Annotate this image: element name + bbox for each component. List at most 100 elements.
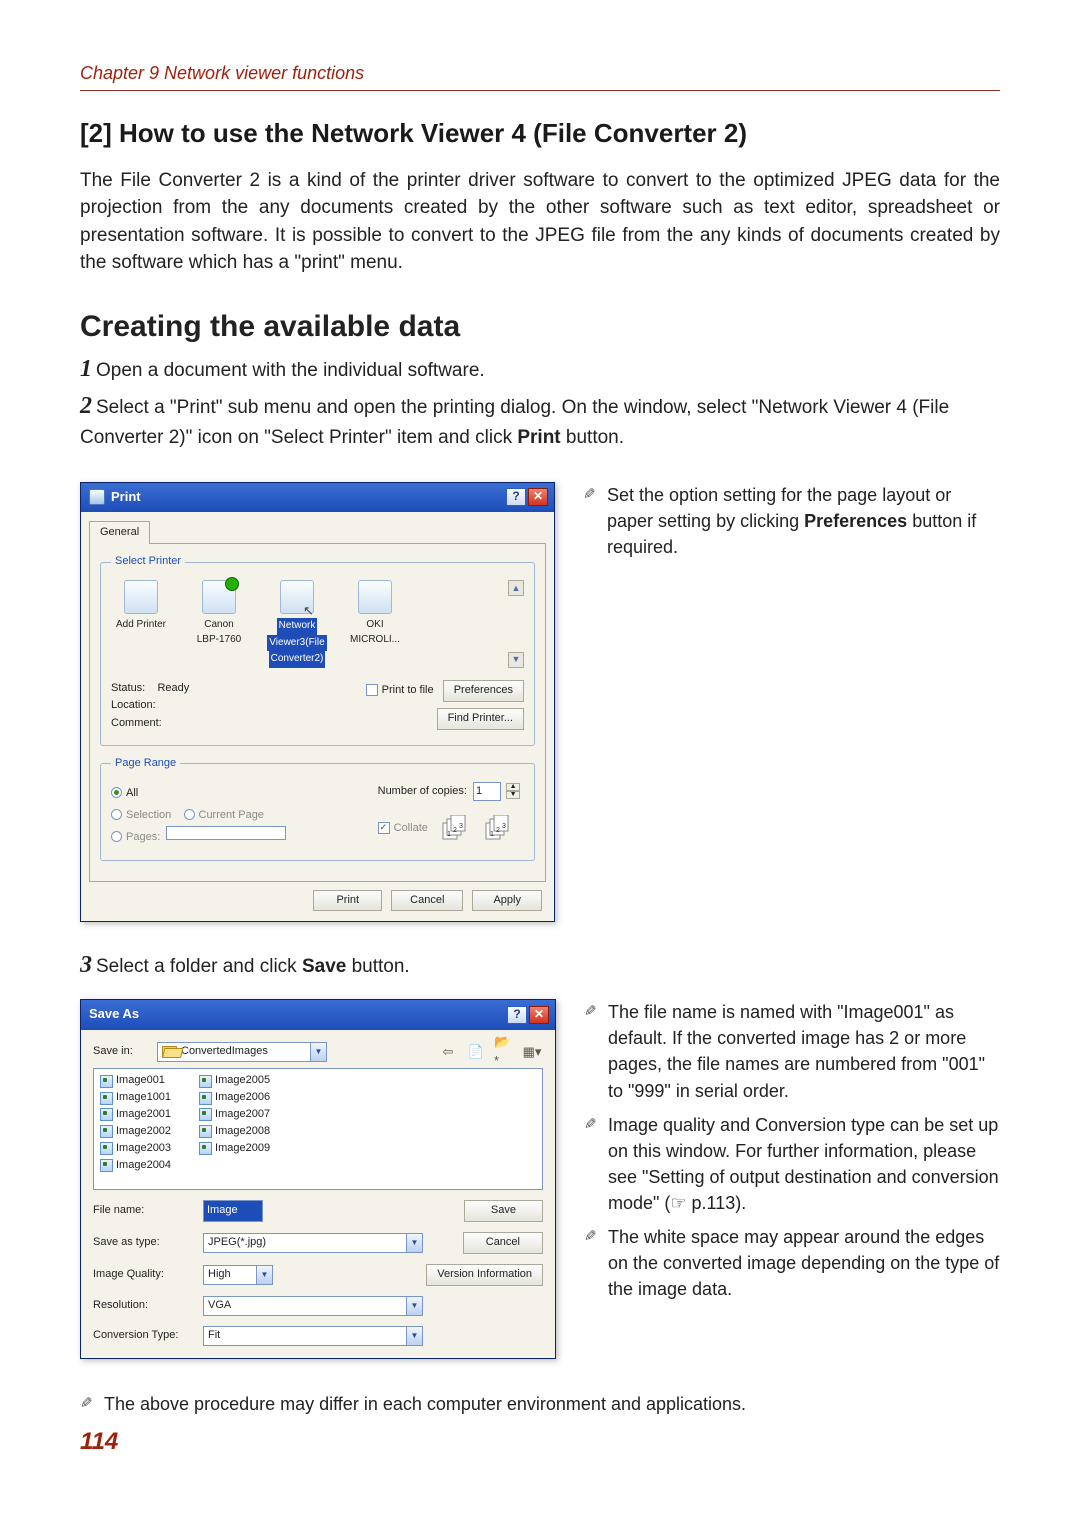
radio-pages[interactable] [111,831,122,842]
dropdown-arrow-icon[interactable]: ▼ [406,1297,422,1315]
copies-input[interactable]: 1 [473,782,501,802]
saveas-dialog-titlebar[interactable]: Save As ? ✕ [81,1000,555,1030]
printer-label: MICROLI... [345,633,405,648]
savetype-combo[interactable]: JPEG(*.jpg)▼ [203,1233,423,1253]
savetype-label: Save as type: [93,1235,203,1251]
resolution-combo[interactable]: VGA▼ [203,1296,423,1316]
printer-oki[interactable]: OKI MICROLI... [345,580,405,647]
file-item-label: Image2006 [215,1090,270,1106]
up-folder-icon[interactable]: 📄 [465,1042,487,1062]
dropdown-arrow-icon[interactable]: ▼ [406,1234,422,1252]
image-file-icon [100,1108,113,1121]
printer-icon [89,489,105,505]
radio-all[interactable] [111,787,122,798]
creating-data-heading: Creating the available data [80,305,1000,349]
quality-label: Image Quality: [93,1267,203,1283]
file-item[interactable]: Image2007 [199,1107,270,1123]
step-number: 3 [80,952,92,978]
file-item[interactable]: Image2005 [199,1073,270,1089]
quality-combo[interactable]: High▼ [203,1265,273,1285]
apply-button[interactable]: Apply [472,890,542,912]
file-item[interactable]: Image2009 [199,1141,270,1157]
file-item[interactable]: Image1001 [100,1090,171,1106]
folder-open-icon [162,1046,177,1058]
convtype-label: Conversion Type: [93,1328,203,1344]
step-2-bold: Print [517,427,560,448]
scroll-down-button[interactable]: ▼ [508,652,524,668]
view-menu-icon[interactable]: ▦▾ [521,1042,543,1062]
savein-value: ConvertedImages [181,1044,310,1060]
savetype-value: JPEG(*.jpg) [208,1235,406,1251]
pages-input[interactable] [166,826,286,840]
printer-add[interactable]: Add Printer [111,580,171,633]
radio-current-page[interactable] [184,809,195,820]
find-printer-button[interactable]: Find Printer... [437,708,524,730]
saveas-dialog-title: Save As [89,1005,139,1024]
print-button[interactable]: Print [313,890,382,912]
help-button[interactable]: ? [506,488,526,506]
image-file-icon [100,1125,113,1138]
print-to-file-checkbox[interactable] [366,684,378,696]
close-button[interactable]: ✕ [529,1006,549,1024]
file-item[interactable]: Image2002 [100,1124,171,1140]
saveas-dialog-screenshot: Save As ? ✕ Save in: ConvertedImages ▼ ⇦… [80,999,556,1359]
convtype-combo[interactable]: Fit▼ [203,1326,423,1346]
file-item[interactable]: Image001 [100,1073,171,1089]
file-item[interactable]: Image2006 [199,1090,270,1106]
back-icon[interactable]: ⇦ [437,1042,459,1062]
cancel-button[interactable]: Cancel [391,890,463,912]
printer-label: Canon [189,618,249,633]
step-3-text-c: button. [346,956,409,977]
saveas-dialog: Save As ? ✕ Save in: ConvertedImages ▼ ⇦… [80,999,556,1359]
print-dialog-title: Print [111,488,141,507]
image-file-icon [100,1092,113,1105]
step-2: 2Select a "Print" sub menu and open the … [80,389,1000,451]
savein-combo[interactable]: ConvertedImages ▼ [157,1042,327,1062]
scroll-up-button[interactable]: ▲ [508,580,524,596]
tip-whitespace: The white space may appear around the ed… [584,1224,1000,1302]
svg-text:1: 1 [447,831,451,838]
comment-label: Comment: [111,715,366,733]
dropdown-arrow-icon[interactable]: ▼ [310,1043,326,1061]
printer-label: LBP-1760 [189,633,249,648]
status-label: Status: [111,682,145,694]
print-dialog-titlebar[interactable]: Print ? ✕ [81,483,554,513]
image-file-icon [100,1075,113,1088]
svg-text:3: 3 [459,823,463,830]
step-1-text: Open a document with the individual soft… [96,360,485,381]
help-button[interactable]: ? [507,1006,527,1024]
select-printer-group: Select Printer Add Printer Canon LBP-176… [100,554,535,745]
close-button[interactable]: ✕ [528,488,548,506]
new-folder-icon[interactable]: 📂* [493,1042,515,1062]
file-item[interactable]: Image2001 [100,1107,171,1123]
savein-label: Save in: [93,1044,151,1060]
printer-network-viewer[interactable]: ↖ Network Viewer3(File Converter2) [267,580,327,668]
collate-label: Collate [394,822,428,834]
location-label: Location: [111,697,366,715]
dropdown-arrow-icon[interactable]: ▼ [406,1327,422,1345]
step-1: 1Open a document with the individual sof… [80,352,1000,387]
file-item[interactable]: Image2004 [100,1158,171,1174]
preferences-button[interactable]: Preferences [443,680,524,702]
file-item[interactable]: Image2003 [100,1141,171,1157]
printer-canon[interactable]: Canon LBP-1760 [189,580,249,647]
file-list[interactable]: Image001Image1001Image2001Image2002Image… [93,1068,543,1190]
step-number: 1 [80,356,92,382]
printer-icon [358,580,392,614]
image-file-icon [100,1142,113,1155]
image-file-icon [199,1092,212,1105]
filename-input[interactable]: Image [203,1200,263,1222]
file-item[interactable]: Image2008 [199,1124,270,1140]
cancel-button[interactable]: Cancel [463,1232,543,1254]
printer-list[interactable]: Add Printer Canon LBP-1760 ↖ Network [111,580,524,668]
version-info-button[interactable]: Version Information [426,1264,543,1286]
printer-label: OKI [345,618,405,633]
collate-checkbox[interactable] [378,822,390,834]
radio-all-label: All [126,787,138,799]
tab-general[interactable]: General [89,521,150,544]
image-file-icon [199,1075,212,1088]
copies-spinner[interactable]: ▲▼ [506,783,520,799]
dropdown-arrow-icon[interactable]: ▼ [256,1266,272,1284]
radio-selection[interactable] [111,809,122,820]
save-button[interactable]: Save [464,1200,543,1222]
